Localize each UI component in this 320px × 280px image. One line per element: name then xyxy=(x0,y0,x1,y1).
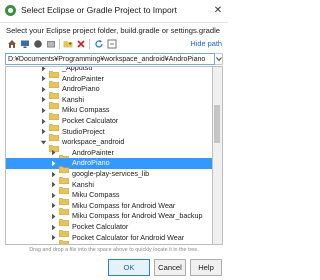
tree-row[interactable]: Pocket Calculator for Android Wear xyxy=(6,233,212,244)
toolbar: Hide path xyxy=(0,37,228,51)
tree-row-label: Miku Compass xyxy=(72,190,120,200)
show-hidden-icon[interactable] xyxy=(106,38,118,50)
folder-icon xyxy=(48,96,60,110)
file-tree[interactable]: _Apputsu AndroPainter AndroPiano Kanshi Miku… xyxy=(5,66,213,245)
close-button[interactable]: ✕ xyxy=(211,4,225,18)
folder-icon xyxy=(58,160,70,174)
expand-arrow-right-icon[interactable] xyxy=(50,181,57,189)
home-icon[interactable] xyxy=(6,38,18,50)
new-folder-icon[interactable] xyxy=(62,38,74,50)
expand-arrow-right-icon[interactable] xyxy=(40,85,47,93)
tree-row-label: Pocket Calculator xyxy=(62,116,119,125)
tree-row-label: workspace_android xyxy=(62,137,125,147)
folder-icon xyxy=(58,202,70,216)
folder-icon xyxy=(48,67,60,78)
expand-arrow-right-icon[interactable] xyxy=(50,223,57,231)
folder-icon xyxy=(58,224,70,237)
android-studio-icon xyxy=(5,5,16,16)
tree-row[interactable]: _Apputsu xyxy=(6,66,212,78)
tree-row[interactable]: AndroPiano xyxy=(6,158,212,174)
delete-icon[interactable] xyxy=(75,38,87,50)
tree-row-label: Kanshi xyxy=(62,94,84,104)
expand-arrow-right-icon[interactable] xyxy=(40,67,47,72)
expand-arrow-right-icon[interactable] xyxy=(50,212,57,220)
tree-row-label: _Apputsu xyxy=(62,66,93,72)
chevron-down-icon xyxy=(215,57,222,62)
tree-row[interactable]: Miku Compass xyxy=(6,190,212,205)
tree-row-label: Miku Compass for Android Wear_backup xyxy=(72,211,203,221)
tree-row[interactable]: AndroPiano xyxy=(6,84,212,99)
drag-drop-hint: Drag and drop a file into the space abov… xyxy=(29,247,199,253)
hide-path-link[interactable]: Hide path xyxy=(190,39,222,48)
tree-row-label: AndroPiano xyxy=(62,84,100,94)
path-history-dropdown[interactable] xyxy=(215,53,223,65)
tree-row[interactable]: AndroPainter xyxy=(6,73,212,89)
folder-icon xyxy=(48,118,60,131)
path-input[interactable]: D:¥Documents¥Programming¥workspace_andro… xyxy=(5,53,215,65)
folder-icon xyxy=(48,139,60,152)
module-icon[interactable] xyxy=(45,38,57,50)
tree-row-label: AndroPainter xyxy=(72,147,114,157)
tree-row[interactable]: Pocket Calculator xyxy=(6,222,212,237)
expand-arrow-down-icon[interactable] xyxy=(40,138,47,146)
tree-row-label: Miku Compass xyxy=(62,105,110,115)
tree-row[interactable]: Pocket Calculator xyxy=(6,116,212,131)
cancel-button[interactable]: Cancel xyxy=(154,259,186,276)
tree-row[interactable]: Miku Compass for Android Wear xyxy=(6,200,212,216)
toolbar-separator xyxy=(59,39,60,49)
folder-icon xyxy=(58,171,70,184)
expand-arrow-right-icon[interactable] xyxy=(40,75,47,83)
tree-row[interactable]: Miku Compass xyxy=(6,105,212,121)
folder-icon xyxy=(58,213,70,227)
toolbar-separator xyxy=(89,39,90,49)
title-bar: Select Eclipse or Gradle Project to Impo… xyxy=(0,0,228,23)
tree-row[interactable]: Kanshi xyxy=(6,94,212,110)
tree-row-label: google-play-services_lib xyxy=(72,169,150,178)
expand-arrow-right-icon[interactable] xyxy=(40,106,47,114)
expand-arrow-right-icon[interactable] xyxy=(50,202,57,210)
ok-button[interactable]: OK xyxy=(108,259,150,276)
tree-row-label: Kanshi xyxy=(72,179,94,189)
window-title: Select Eclipse or Gradle Project to Impo… xyxy=(21,5,177,15)
folder-icon xyxy=(48,86,60,99)
folder-icon xyxy=(58,234,70,244)
help-button[interactable]: Help xyxy=(190,259,222,276)
refresh-icon[interactable] xyxy=(93,38,105,50)
expand-arrow-right-icon[interactable] xyxy=(40,117,47,125)
instruction-text: Select your Eclipse project folder, buil… xyxy=(6,26,221,35)
expand-arrow-right-icon[interactable] xyxy=(40,96,47,104)
tree-row-label: StudioProject xyxy=(62,126,105,136)
folder-icon xyxy=(48,128,60,142)
expand-arrow-right-icon[interactable] xyxy=(50,149,57,157)
expand-arrow-right-icon[interactable] xyxy=(50,170,57,178)
project-icon[interactable] xyxy=(32,38,44,50)
scrollbar-thumb[interactable] xyxy=(214,105,220,143)
tree-row-label: AndroPiano xyxy=(72,158,110,168)
vertical-scrollbar[interactable] xyxy=(213,66,223,245)
expand-arrow-right-icon[interactable] xyxy=(50,191,57,199)
tree-row[interactable]: google-play-services_lib xyxy=(6,169,212,184)
tree-row[interactable]: StudioProject xyxy=(6,126,212,142)
tree-row[interactable]: Kanshi xyxy=(6,179,212,195)
folder-icon xyxy=(48,75,60,89)
folder-icon xyxy=(58,149,70,163)
tree-row-label: AndroPainter xyxy=(62,73,104,83)
folder-icon xyxy=(58,192,70,205)
tree-row-label: Pocket Calculator xyxy=(72,222,129,231)
expand-arrow-right-icon[interactable] xyxy=(50,234,57,242)
folder-icon xyxy=(48,107,60,121)
tree-row[interactable]: workspace_android xyxy=(6,137,212,152)
tree-row[interactable]: Miku Compass for Android Wear_backup xyxy=(6,211,212,227)
expand-arrow-right-icon[interactable] xyxy=(50,159,57,167)
tree-row[interactable]: AndroPainter xyxy=(6,147,212,163)
tree-row-label: Pocket Calculator for Android Wear xyxy=(72,232,185,242)
tree-row-label: Miku Compass for Android Wear xyxy=(72,200,176,210)
desktop-icon[interactable] xyxy=(19,38,31,50)
folder-icon xyxy=(58,181,70,195)
expand-arrow-right-icon[interactable] xyxy=(40,128,47,136)
